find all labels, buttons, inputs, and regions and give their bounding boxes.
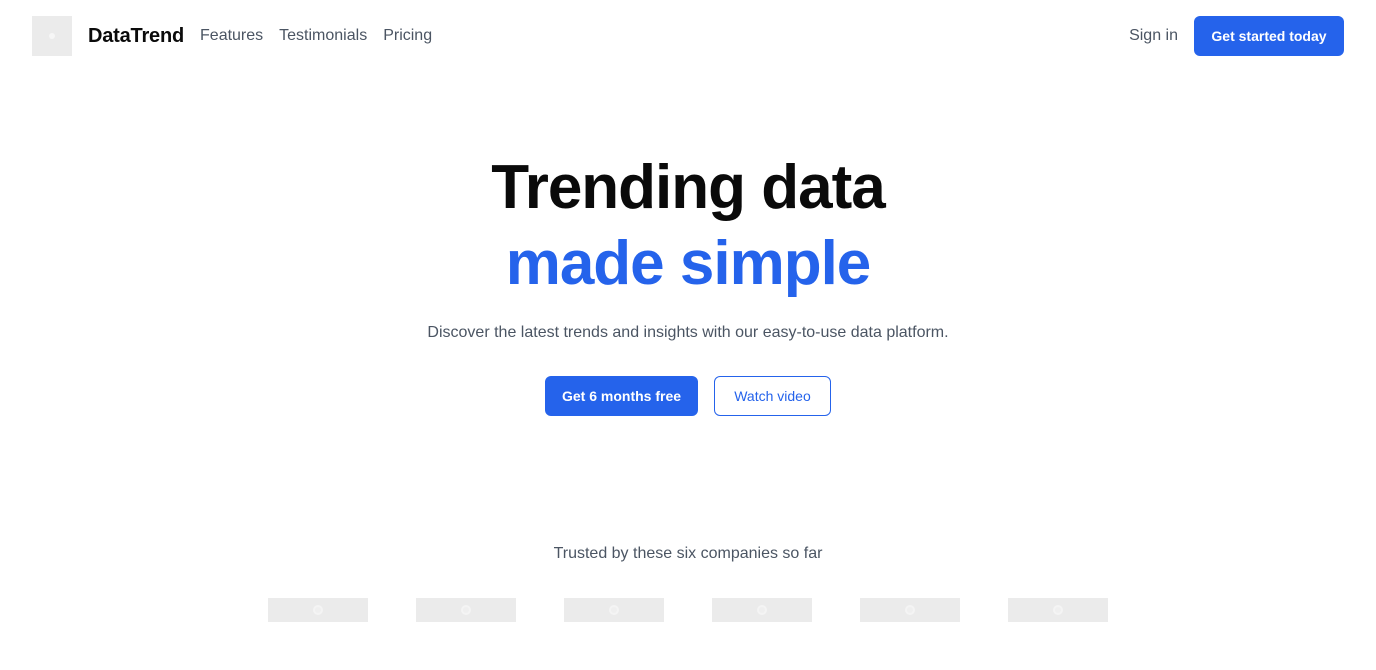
- company-logo: [416, 598, 516, 622]
- hero-actions: Get 6 months free Watch video: [0, 376, 1376, 416]
- headline-line-1: Trending data: [491, 153, 885, 222]
- site-header: DataTrend Features Testimonials Pricing …: [32, 16, 1344, 56]
- logo-image[interactable]: [32, 16, 72, 56]
- trusted-section: Trusted by these six companies so far: [0, 545, 1376, 622]
- nav-link-testimonials[interactable]: Testimonials: [279, 27, 367, 45]
- brand-name[interactable]: DataTrend: [88, 25, 184, 48]
- free-trial-button[interactable]: Get 6 months free: [545, 376, 698, 416]
- image-placeholder-icon: [1053, 605, 1063, 615]
- image-placeholder-icon: [461, 605, 471, 615]
- header-right: Sign in Get started today: [1129, 16, 1344, 56]
- main-nav: Features Testimonials Pricing: [200, 27, 432, 45]
- hero-headline: Trending data made simple: [0, 150, 1376, 302]
- logo-placeholder-icon: [49, 33, 55, 39]
- landing-page: DataTrend Features Testimonials Pricing …: [0, 0, 1376, 670]
- trusted-caption: Trusted by these six companies so far: [553, 545, 823, 562]
- nav-link-pricing[interactable]: Pricing: [383, 27, 432, 45]
- get-started-button[interactable]: Get started today: [1194, 16, 1344, 56]
- image-placeholder-icon: [757, 605, 767, 615]
- image-placeholder-icon: [905, 605, 915, 615]
- sign-in-link[interactable]: Sign in: [1129, 27, 1178, 45]
- headline-line-2: made simple: [505, 229, 872, 298]
- hero-section: Trending data made simple Discover the l…: [0, 150, 1376, 416]
- company-logo: [1008, 598, 1108, 622]
- watch-video-button[interactable]: Watch video: [714, 376, 831, 416]
- company-logo: [268, 598, 368, 622]
- company-logo: [860, 598, 960, 622]
- nav-link-features[interactable]: Features: [200, 27, 263, 45]
- image-placeholder-icon: [609, 605, 619, 615]
- company-logo: [564, 598, 664, 622]
- image-placeholder-icon: [313, 605, 323, 615]
- company-logo: [712, 598, 812, 622]
- hero-subtitle: Discover the latest trends and insights …: [427, 324, 949, 341]
- company-logos: [0, 598, 1376, 622]
- header-left: DataTrend Features Testimonials Pricing: [32, 16, 432, 56]
